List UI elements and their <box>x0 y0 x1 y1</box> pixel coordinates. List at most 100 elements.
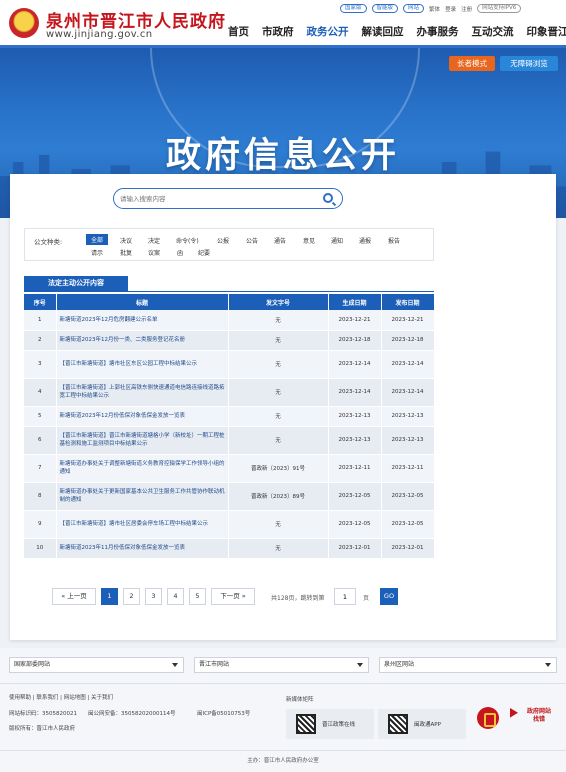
party-government-badge-icon[interactable] <box>477 707 499 729</box>
doc-type-notice[interactable]: 通知 <box>331 236 343 245</box>
doc-type-opinion[interactable]: 意见 <box>303 236 315 245</box>
nav-home[interactable]: 首页 <box>228 24 249 39</box>
table-row[interactable]: 5 新塘街道2023年12月份低保对象低保金发放一览表 无 2023-12-13… <box>24 406 435 427</box>
doc-type-minutes[interactable]: 纪要 <box>198 248 210 257</box>
district-sites-select[interactable]: 泉州区网站 <box>379 657 557 673</box>
login-link[interactable]: 登录 <box>445 5 456 13</box>
media-card-label: 闽政通APP <box>414 722 441 728</box>
table-header-row: 序号 标题 发文字号 生成日期 发布日期 <box>24 294 435 310</box>
row-title-link[interactable]: 【晋江市新塘街道】上郭社区高铁东侧快速通道电信路连接线道路拓宽工程中标结果公示 <box>56 378 229 407</box>
media-card-app[interactable]: 闽政通APP <box>378 709 466 739</box>
col-header-published: 发布日期 <box>381 294 435 310</box>
icp-record-link[interactable]: 闽ICP备05010753号 <box>197 709 250 717</box>
doc-type-resolution[interactable]: 决议 <box>120 236 132 245</box>
nav-impression[interactable]: 印象晋江 <box>527 24 566 39</box>
doc-type-notice-public[interactable]: 通告 <box>274 236 286 245</box>
doc-type-decision[interactable]: 决定 <box>148 236 160 245</box>
doc-type-label: 公文种类: <box>34 238 63 246</box>
row-no: 4 <box>24 378 57 407</box>
row-published: 2023-12-11 <box>381 454 435 483</box>
row-title-link[interactable]: 新塘街道2023年11月份低保对象低保金发放一览表 <box>56 538 229 559</box>
prev-page-button[interactable]: « 上一页 <box>52 588 96 605</box>
row-title-link[interactable]: 新塘街道2023年12月份一类、二类服务登记花名册 <box>56 330 229 351</box>
table-row[interactable]: 3 【晋江市新塘街道】塘市社区东区公园工程中标结果公示 无 2023-12-14… <box>24 350 435 379</box>
table-row[interactable]: 1 新塘街道2023年12月危房翻建公示名单 无 2023-12-21 2023… <box>24 310 435 331</box>
footer-links[interactable]: 使用帮助 | 联系我们 | 网站地图 | 关于我们 <box>9 693 113 701</box>
row-no: 7 <box>24 454 57 483</box>
table-row[interactable]: 4 【晋江市新塘街道】上郭社区高铁东侧快速通道电信路连接线道路拓宽工程中标结果公… <box>24 378 435 407</box>
row-title-link[interactable]: 【晋江市新塘街道】塘市社区居委会停车场工程中标结果公示 <box>56 510 229 539</box>
register-link[interactable]: 注册 <box>461 5 472 13</box>
row-created: 2023-12-14 <box>328 350 382 379</box>
doc-type-reply[interactable]: 批复 <box>120 248 132 257</box>
nav-interpretation[interactable]: 解读回应 <box>362 24 404 39</box>
accessibility-button[interactable]: 无障碍浏览 <box>500 56 558 71</box>
row-title-link[interactable]: 新塘街道2023年12月份低保对象低保金发放一览表 <box>56 406 229 427</box>
table-row[interactable]: 6 【晋江市新塘街道】晋江市新塘街道塘格小学（新校址）一期工程桩基检测和施工监测… <box>24 426 435 455</box>
national-sites-select[interactable]: 国家部委网站 <box>9 657 184 673</box>
page-button-1[interactable]: 1 <box>101 588 118 605</box>
section-tab-statutory[interactable]: 法定主动公开内容 <box>24 276 128 291</box>
go-button[interactable]: GO <box>380 588 398 605</box>
col-header-created: 生成日期 <box>328 294 382 310</box>
doc-type-all[interactable]: 全部 <box>86 234 109 245</box>
doc-type-circular[interactable]: 通报 <box>359 236 371 245</box>
media-card-label: 晋江政策在线 <box>322 722 356 728</box>
smart-version-link[interactable]: 智能版 <box>371 4 399 13</box>
row-title-link[interactable]: 【晋江市新塘街道】塘市社区东区公园工程中标结果公示 <box>56 350 229 379</box>
city-sites-select[interactable]: 晋江市网站 <box>194 657 369 673</box>
doc-type-request[interactable]: 请示 <box>91 248 103 257</box>
table-row[interactable]: 9 【晋江市新塘街道】塘市社区居委会停车场工程中标结果公示 无 2023-12-… <box>24 510 435 539</box>
nav-interaction[interactable]: 互动交流 <box>472 24 514 39</box>
ipv6-badge: 网站支持IPV6 <box>477 4 522 13</box>
doc-type-bulletin[interactable]: 公报 <box>217 236 229 245</box>
page-button-2[interactable]: 2 <box>123 588 140 605</box>
police-record-link[interactable]: 闽公网安备：35058202000114号 <box>88 709 176 717</box>
error-report-badge[interactable]: 政府网站 找错 <box>523 708 555 724</box>
search-input[interactable] <box>120 191 310 206</box>
row-created: 2023-12-21 <box>328 310 382 331</box>
table-row[interactable]: 7 新塘街道办事处关于调整新塘街道义务教育控辍保学工作领导小组的通知 晋政新〔2… <box>24 454 435 483</box>
page-button-4[interactable]: 4 <box>167 588 184 605</box>
elder-mode-button[interactable]: 长者模式 <box>449 56 495 71</box>
page-button-5[interactable]: 5 <box>189 588 206 605</box>
chevron-down-icon <box>545 663 551 667</box>
row-doc-no: 无 <box>228 310 329 331</box>
row-title-link[interactable]: 【晋江市新塘街道】晋江市新塘街道塘格小学（新校址）一期工程桩基检测和施工监测项目… <box>56 426 229 455</box>
national-version-link[interactable]: 国家版 <box>340 4 367 13</box>
doc-type-proposal[interactable]: 议案 <box>148 248 160 257</box>
document-table: 序号 标题 发文字号 生成日期 发布日期 1 新塘街道2023年12月危房翻建公… <box>24 294 435 559</box>
row-title-link[interactable]: 新塘街道办事处关于更新国家基本公共卫生服务工作共管协作联动机制的通知 <box>56 482 229 511</box>
doc-type-order[interactable]: 命令(令) <box>176 236 199 245</box>
table-row[interactable]: 8 新塘街道办事处关于更新国家基本公共卫生服务工作共管协作联动机制的通知 晋政新… <box>24 482 435 511</box>
table-row[interactable]: 2 新塘街道2023年12月份一类、二类服务登记花名册 无 2023-12-18… <box>24 330 435 351</box>
page-button-3[interactable]: 3 <box>145 588 162 605</box>
nav-services[interactable]: 办事服务 <box>417 24 459 39</box>
traditional-chinese-link[interactable]: 繁体 <box>429 5 440 13</box>
section-tab-underline <box>24 291 434 292</box>
footer-divider <box>0 683 566 684</box>
search-icon[interactable] <box>323 193 333 203</box>
doc-type-announcement[interactable]: 公告 <box>246 236 258 245</box>
row-published: 2023-12-14 <box>381 378 435 407</box>
media-card-policy[interactable]: 晋江政策在线 <box>286 709 374 739</box>
row-doc-no: 无 <box>228 426 329 455</box>
qr-code-icon <box>388 714 408 734</box>
page-jump-input[interactable] <box>334 588 356 605</box>
row-title-link[interactable]: 新塘街道2023年12月危房翻建公示名单 <box>56 310 229 331</box>
row-published: 2023-12-13 <box>381 426 435 455</box>
nav-government-affairs[interactable]: 政务公开 <box>307 24 349 39</box>
row-no: 5 <box>24 406 57 427</box>
site-link[interactable]: 网站 <box>403 4 425 13</box>
doc-type-letter[interactable]: 函 <box>177 248 183 257</box>
doc-type-report[interactable]: 报告 <box>388 236 400 245</box>
nav-city-government[interactable]: 市政府 <box>262 24 294 39</box>
chevron-down-icon <box>357 663 363 667</box>
table-row[interactable]: 10 新塘街道2023年11月份低保对象低保金发放一览表 无 2023-12-0… <box>24 538 435 559</box>
row-created: 2023-12-18 <box>328 330 382 351</box>
row-published: 2023-12-05 <box>381 482 435 511</box>
row-title-link[interactable]: 新塘街道办事处关于调整新塘街道义务教育控辍保学工作领导小组的通知 <box>56 454 229 483</box>
row-created: 2023-12-05 <box>328 482 382 511</box>
next-page-button[interactable]: 下一页 » <box>211 588 255 605</box>
banner-title: 政府信息公开 <box>165 136 400 176</box>
